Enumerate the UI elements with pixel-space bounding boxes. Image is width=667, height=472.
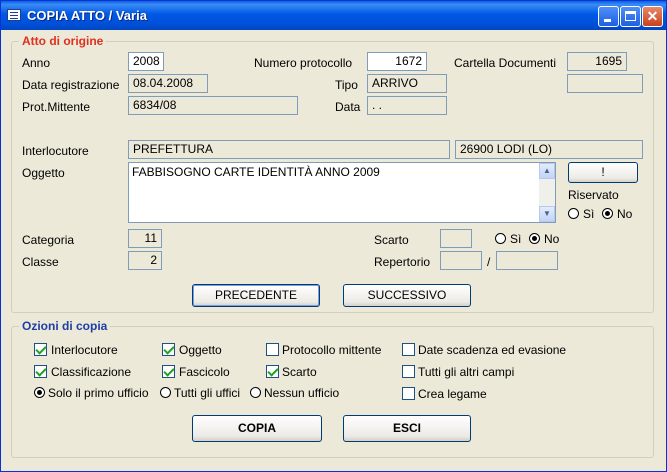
close-button[interactable]: ✕ <box>642 6 663 27</box>
classificazione-checkbox[interactable] <box>34 365 47 378</box>
numero-protocollo-label: Numero protocollo <box>254 56 353 70</box>
tutti-uffici-label[interactable]: Tutti gli uffici <box>174 386 240 400</box>
scroll-down-icon[interactable]: ▼ <box>539 206 555 222</box>
protocollo-mittente-checkbox[interactable] <box>266 343 279 356</box>
oggetto-textarea[interactable]: FABBISOGNO CARTE IDENTITÀ ANNO 2009 ▲ ▼ <box>128 162 556 223</box>
anno-field[interactable]: 2008 <box>128 52 164 71</box>
interlocutore-field[interactable]: PREFETTURA <box>128 140 450 159</box>
repertorio-separator: / <box>487 255 491 269</box>
solo-primo-ufficio-radio[interactable] <box>34 387 45 398</box>
minimize-icon <box>604 19 611 22</box>
classificazione-option-label[interactable]: Classificazione <box>51 365 131 379</box>
successivo-button[interactable]: SUCCESSIVO <box>343 284 471 307</box>
classe-label: Classe <box>22 255 59 269</box>
cartella-documenti-field[interactable]: 1695 <box>567 52 627 71</box>
oggetto-text: FABBISOGNO CARTE IDENTITÀ ANNO 2009 <box>132 165 380 179</box>
crea-legame-label[interactable]: Crea legame <box>418 387 487 401</box>
scroll-up-icon[interactable]: ▲ <box>539 163 555 179</box>
repertorio-field-1[interactable] <box>440 251 482 270</box>
numero-protocollo-field[interactable]: 1672 <box>367 52 427 71</box>
categoria-field[interactable]: 11 <box>128 229 162 248</box>
interlocutore-option-label[interactable]: Interlocutore <box>51 343 118 357</box>
tutti-campi-option-label[interactable]: Tutti gli altri campi <box>418 365 514 379</box>
data-field[interactable]: . . <box>367 96 447 115</box>
interlocutore-label: Interlocutore <box>22 144 89 158</box>
extra-field[interactable] <box>567 74 643 93</box>
repertorio-label: Repertorio <box>374 255 431 269</box>
scarto-checkbox[interactable] <box>266 365 279 378</box>
close-icon: ✕ <box>646 8 659 24</box>
tutti-campi-checkbox[interactable] <box>402 365 415 378</box>
solo-primo-ufficio-label[interactable]: Solo il primo ufficio <box>48 386 149 400</box>
data-registrazione-label: Data registrazione <box>22 78 120 92</box>
nessun-ufficio-label[interactable]: Nessun ufficio <box>264 386 339 400</box>
copia-atto-window: COPIA ATTO / Varia ✕ Atto di origine Ann… <box>0 0 667 472</box>
classe-field[interactable]: 2 <box>128 251 162 270</box>
scarto-si-radio[interactable] <box>495 233 506 244</box>
riservato-no-label[interactable]: No <box>617 207 632 221</box>
maximize-button[interactable] <box>620 6 641 27</box>
origin-legend: Atto di origine <box>19 34 107 48</box>
interlocutore-city-field[interactable]: 26900 LODI (LO) <box>455 140 643 159</box>
tutti-uffici-radio[interactable] <box>160 387 171 398</box>
riservato-label: Riservato <box>568 188 619 202</box>
crea-legame-checkbox[interactable] <box>402 387 415 400</box>
date-scadenza-option-label[interactable]: Date scadenza ed evasione <box>418 343 566 357</box>
scarto-label: Scarto <box>374 233 409 247</box>
tipo-label: Tipo <box>335 78 358 92</box>
nessun-ufficio-radio[interactable] <box>250 387 261 398</box>
esci-button[interactable]: ESCI <box>343 415 471 442</box>
scarto-si-label[interactable]: Sì <box>510 232 521 246</box>
riservato-si-label[interactable]: Sì <box>583 207 594 221</box>
scarto-field[interactable] <box>440 229 472 248</box>
oggetto-scrollbar[interactable]: ▲ ▼ <box>539 163 555 222</box>
prot-mittente-field[interactable]: 6834/08 <box>128 96 298 115</box>
title-bar[interactable]: COPIA ATTO / Varia ✕ <box>1 1 666 30</box>
riservato-no-radio[interactable] <box>602 208 613 219</box>
categoria-label: Categoria <box>22 233 75 247</box>
options-legend: Ozioni di copia <box>19 319 111 333</box>
scarto-no-label[interactable]: No <box>544 232 559 246</box>
data-label: Data <box>335 100 361 114</box>
fascicolo-checkbox[interactable] <box>162 365 175 378</box>
precedente-button[interactable]: PRECEDENTE <box>192 284 320 307</box>
anno-label: Anno <box>22 56 51 70</box>
protocollo-mittente-option-label[interactable]: Protocollo mittente <box>282 343 381 357</box>
tipo-field[interactable]: ARRIVO <box>367 74 447 93</box>
minimize-button[interactable] <box>598 6 619 27</box>
form-icon <box>7 9 21 21</box>
exclamation-button[interactable]: ! <box>568 162 638 183</box>
riservato-si-radio[interactable] <box>568 208 579 219</box>
oggetto-label: Oggetto <box>22 166 65 180</box>
interlocutore-checkbox[interactable] <box>34 343 47 356</box>
data-registrazione-field[interactable]: 08.04.2008 <box>128 74 208 93</box>
repertorio-field-2[interactable] <box>496 251 558 270</box>
scarto-no-radio[interactable] <box>529 233 540 244</box>
copia-button[interactable]: COPIA <box>192 415 322 442</box>
window-title: COPIA ATTO / Varia <box>27 8 147 23</box>
scarto-option-label[interactable]: Scarto <box>282 365 317 379</box>
oggetto-checkbox[interactable] <box>162 343 175 356</box>
maximize-icon <box>625 11 636 21</box>
fascicolo-option-label[interactable]: Fascicolo <box>179 365 230 379</box>
prot-mittente-label: Prot.Mittente <box>22 100 91 114</box>
oggetto-option-label[interactable]: Oggetto <box>179 343 222 357</box>
date-scadenza-checkbox[interactable] <box>402 343 415 356</box>
cartella-documenti-label: Cartella Documenti <box>454 56 557 70</box>
